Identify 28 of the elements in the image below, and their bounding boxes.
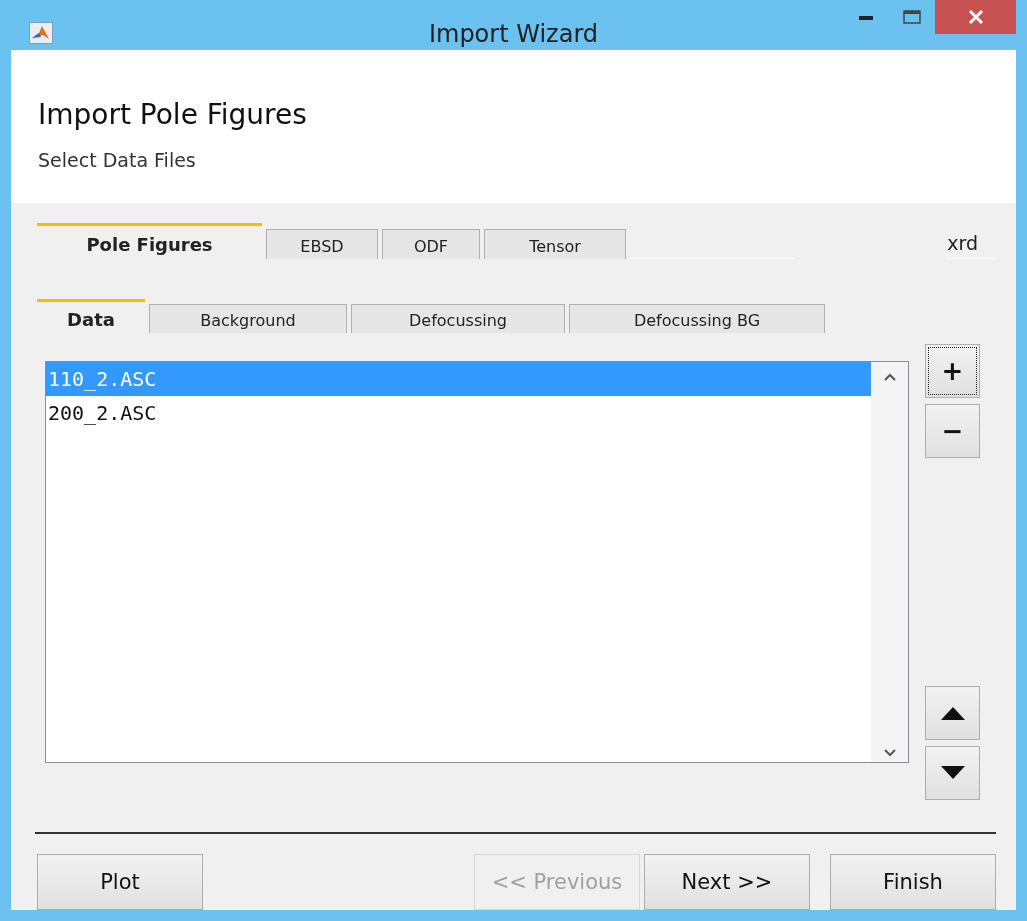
dialog-button[interactable]: Plot (37, 854, 203, 910)
triangle-down-icon (938, 765, 967, 781)
move-down-button[interactable] (925, 746, 980, 800)
page-subtitle: Select Data Files (38, 149, 196, 171)
scroll-up-icon[interactable] (882, 372, 897, 381)
app-icon[interactable] (29, 22, 53, 44)
move-up-button[interactable] (925, 686, 980, 740)
file-item[interactable]: 200_2.ASC (46, 396, 871, 430)
tab[interactable]: Defocussing (351, 304, 565, 333)
tab[interactable]: Tensor (484, 229, 626, 259)
tab[interactable]: Background (149, 304, 347, 333)
format-label: xrd (947, 232, 996, 259)
tab[interactable]: ODF (382, 229, 480, 259)
maximize-icon (903, 10, 921, 24)
close-button[interactable] (935, 0, 1016, 34)
page-title: Import Pole Figures (38, 98, 307, 131)
close-icon (967, 9, 984, 25)
tab[interactable]: Defocussing BG (569, 304, 825, 333)
window-title: Import Wizard (428, 20, 599, 48)
dialog-button[interactable]: Next >> (644, 854, 810, 910)
remove-button[interactable]: − (925, 404, 980, 458)
tab[interactable]: EBSD (266, 229, 378, 259)
triangle-up-icon (938, 705, 967, 721)
minimize-icon (859, 14, 873, 20)
scroll-down-icon[interactable] (882, 749, 897, 758)
add-button[interactable]: + (925, 344, 980, 398)
file-list[interactable]: 110_2.ASC 200_2.ASC (45, 361, 909, 763)
dialog-button[interactable]: Finish (830, 854, 996, 910)
